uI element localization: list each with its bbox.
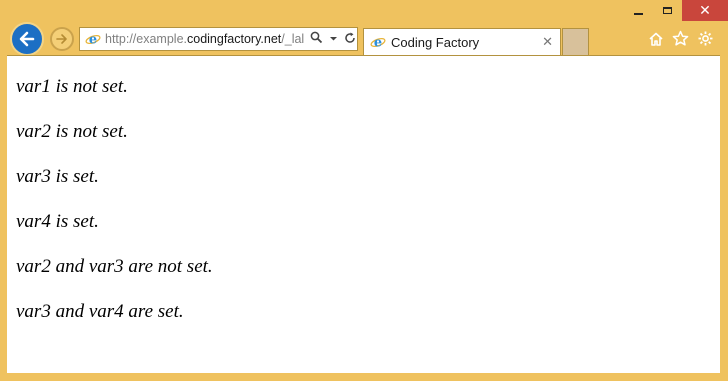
output-line: var2 and var3 are not set. <box>16 256 213 277</box>
url-suffix: /_lal <box>281 32 305 46</box>
output-line: var2 is not set. <box>16 121 128 142</box>
home-icon[interactable] <box>647 30 664 47</box>
maximize-icon <box>663 7 672 14</box>
search-icon[interactable] <box>309 31 323 47</box>
gear-icon[interactable] <box>697 30 714 47</box>
tab-close-icon[interactable]: ✕ <box>542 35 553 50</box>
page-content: var1 is not set. var2 is not set. var3 i… <box>7 55 720 373</box>
output-line: var4 is set. <box>16 211 99 232</box>
svg-text:e: e <box>89 33 97 48</box>
output-line: var1 is not set. <box>16 76 128 97</box>
address-actions <box>309 31 357 47</box>
new-tab-button[interactable] <box>562 28 589 55</box>
browser-toolbar <box>647 30 714 47</box>
refresh-icon[interactable] <box>343 32 357 47</box>
url-text[interactable]: http://example.codingfactory.net/_lal <box>105 32 305 46</box>
tab-coding-factory[interactable]: e Coding Factory ✕ <box>363 28 561 55</box>
tab-title: Coding Factory <box>391 34 480 50</box>
output-line: var3 is set. <box>16 166 99 187</box>
close-window-button[interactable]: ✕ <box>682 0 728 21</box>
back-button[interactable] <box>10 22 44 56</box>
back-arrow-icon <box>19 31 35 47</box>
window-controls: ✕ <box>624 0 728 22</box>
dropdown-icon[interactable] <box>326 32 340 46</box>
ie-logo-icon: e <box>85 33 101 48</box>
ie-logo-icon: e <box>370 36 386 51</box>
minimize-icon <box>634 12 643 15</box>
browser-window: ✕ e http://example.codingfactory.net/_la… <box>0 0 728 381</box>
close-icon: ✕ <box>699 2 711 19</box>
forward-arrow-icon <box>56 34 67 44</box>
output-line: var3 and var4 are set. <box>16 301 184 322</box>
url-domain: codingfactory.net <box>187 32 282 46</box>
svg-text:e: e <box>374 36 382 51</box>
forward-button[interactable] <box>50 27 74 51</box>
minimize-button[interactable] <box>624 0 653 21</box>
url-prefix: http://example. <box>105 32 187 46</box>
star-icon[interactable] <box>672 30 689 47</box>
address-bar[interactable]: e http://example.codingfactory.net/_lal <box>79 27 358 51</box>
maximize-button[interactable] <box>653 0 682 21</box>
